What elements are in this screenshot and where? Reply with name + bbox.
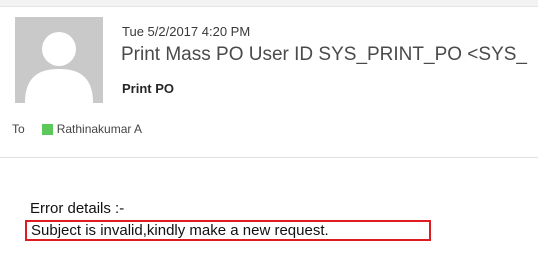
- sender-name[interactable]: Print Mass PO User ID SYS_PRINT_PO <SYS_: [121, 44, 538, 66]
- presence-icon: [41, 123, 53, 135]
- error-heading: Error details :-: [30, 200, 125, 217]
- window-top-strip: [0, 0, 538, 7]
- error-message-highlight: Subject is invalid,kindly make a new req…: [25, 220, 431, 241]
- error-message: Subject is invalid,kindly make a new req…: [31, 222, 329, 239]
- header-divider: [0, 157, 538, 158]
- recipient-row: To Rathinakumar A: [12, 120, 142, 138]
- message-subject: Print PO: [122, 81, 175, 96]
- to-label: To: [12, 122, 25, 136]
- message-date: Tue 5/2/2017 4:20 PM: [122, 24, 251, 39]
- recipient-name[interactable]: Rathinakumar A: [57, 122, 142, 136]
- sender-avatar-icon[interactable]: [15, 17, 103, 103]
